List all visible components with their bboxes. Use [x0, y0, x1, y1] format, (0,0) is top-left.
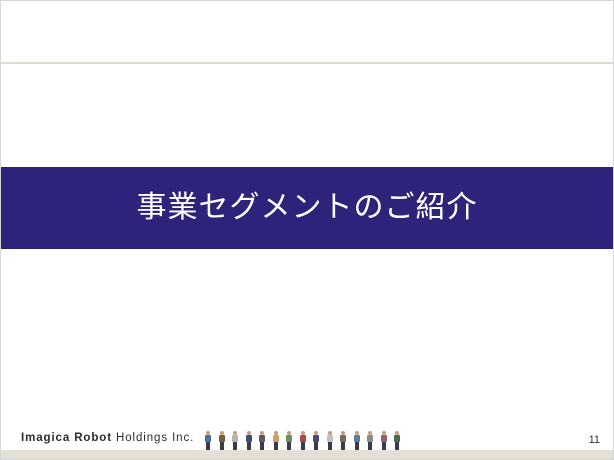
- person-figure-icon: [380, 431, 387, 451]
- person-figure-icon: [366, 431, 373, 451]
- person-figure-icon: [339, 431, 346, 451]
- person-figure-icon: [285, 431, 292, 451]
- person-figure-icon: [326, 431, 333, 451]
- person-figure-icon: [393, 431, 400, 451]
- title-band: 事業セグメントのご紹介: [1, 167, 613, 249]
- logo-text: Holdings Inc.: [111, 432, 195, 444]
- footer-bar: [1, 450, 613, 459]
- person-figure-icon: [204, 431, 211, 451]
- logo-bold-text: Imagica Robot: [21, 432, 112, 444]
- person-figure-icon: [258, 431, 265, 451]
- company-logo: Imagica Robot Holdings Inc.: [21, 432, 194, 444]
- person-figure-icon: [231, 431, 238, 451]
- person-figure-icon: [218, 431, 225, 451]
- slide-title: 事業セグメントのご紹介: [136, 190, 478, 225]
- people-illustration-icon: [204, 431, 414, 451]
- top-divider: [1, 62, 613, 64]
- page-number: 11: [588, 434, 600, 446]
- person-figure-icon: [272, 431, 279, 451]
- person-figure-icon: [245, 431, 252, 451]
- slide: 事業セグメントのご紹介 Imagica Robot Holdings Inc. …: [0, 0, 614, 460]
- person-figure-icon: [353, 431, 360, 451]
- person-figure-icon: [299, 431, 306, 451]
- person-figure-icon: [312, 431, 319, 451]
